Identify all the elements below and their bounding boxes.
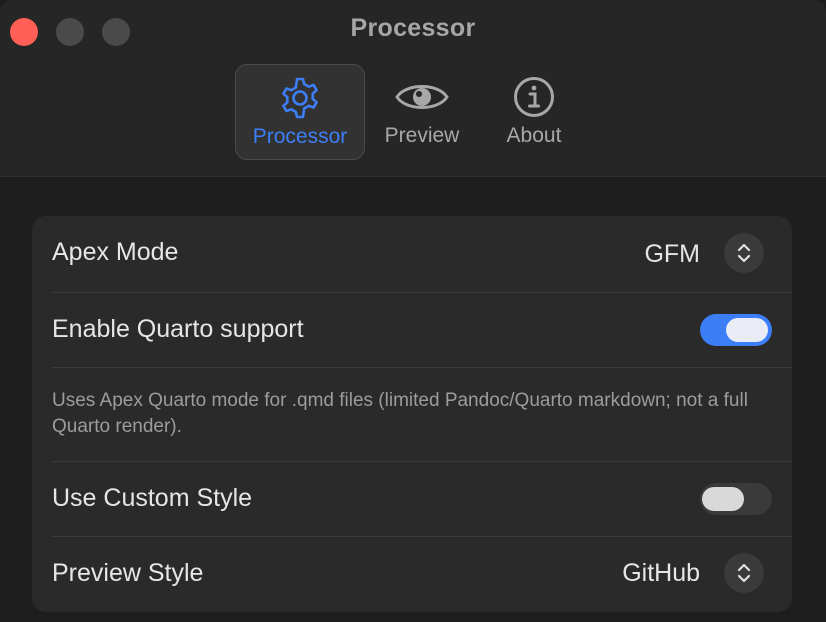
tab-processor[interactable]: Processor [235,64,365,160]
quarto-toggle[interactable] [700,314,772,346]
tab-about[interactable]: About [490,64,578,160]
tab-about-label: About [506,124,562,147]
apex-mode-label: Apex Mode [52,238,179,266]
divider [52,367,792,368]
chevron-up-down-icon [737,243,751,263]
preview-style-label: Preview Style [52,559,204,587]
apex-mode-value[interactable]: GFM [644,240,700,269]
toolbar: Processor Processor Preview About [0,0,826,177]
tab-preview-label: Preview [384,124,460,147]
preview-style-popup-button[interactable] [724,553,764,593]
quarto-description: Uses Apex Quarto mode for .qmd files (li… [52,390,748,437]
settings-group: Apex Mode GFM Enable Quarto support Uses… [32,216,792,612]
tab-preview[interactable]: Preview [372,64,472,160]
toggle-knob [726,318,768,342]
custom-style-toggle[interactable] [700,483,772,515]
chevron-up-down-icon [737,563,751,583]
info-icon [514,77,554,117]
quarto-label: Enable Quarto support [52,315,304,343]
quarto-row: Enable Quarto support [32,293,792,367]
custom-style-label: Use Custom Style [52,484,253,512]
tab-processor-label: Processor [252,125,348,148]
apex-mode-popup-button[interactable] [724,233,764,273]
preview-style-value[interactable]: GitHub [622,559,700,588]
toggle-knob [702,487,744,511]
preferences-window: Processor Processor Preview About Apex M… [0,0,826,622]
gear-icon [282,77,318,119]
apex-mode-row: Apex Mode GFM [32,216,792,292]
window-title: Processor [350,14,476,42]
eye-icon [395,85,449,109]
custom-style-row: Use Custom Style [32,462,792,536]
preview-style-row: Preview Style GitHub [32,537,792,612]
